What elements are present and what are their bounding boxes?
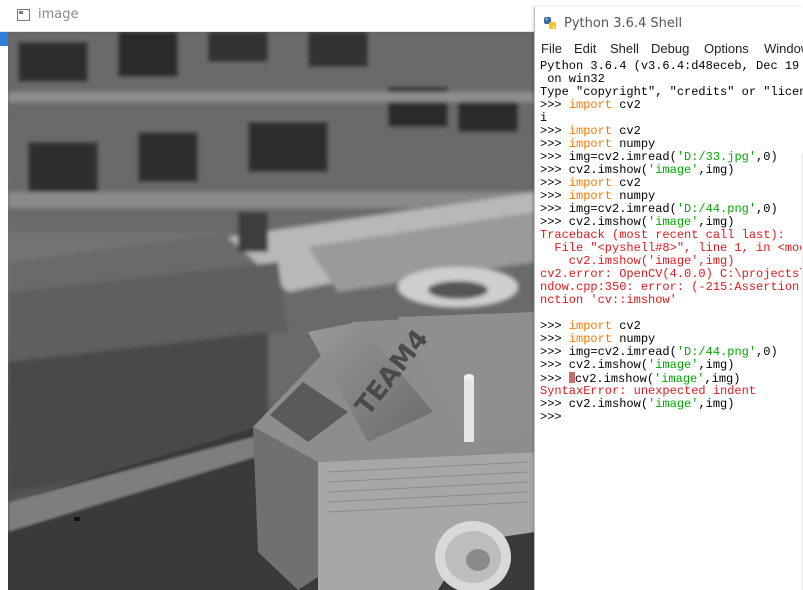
console-text: 'D:/44.png' [676, 202, 757, 216]
console-text: >>> [540, 332, 569, 346]
console-text: >>> [540, 189, 569, 203]
console-text: >>> [540, 319, 569, 333]
console-text: ,img) [698, 358, 735, 372]
image-window-title: image [38, 7, 79, 22]
console-text: cv2 [612, 98, 641, 112]
console-text: numpy [612, 332, 656, 346]
console-text: >>> [540, 124, 569, 138]
console-text: import [568, 137, 613, 151]
console-text: cv2.error: OpenCV(4.0.0) C:\projects\c [540, 267, 803, 281]
camera-photo[interactable]: TEAM4 [8, 32, 535, 590]
console-text: nction 'cv::imshow' [540, 293, 677, 307]
console-text: ,img) [698, 163, 735, 177]
menu-edit[interactable]: Edit [574, 41, 596, 56]
console-text: ,0) [756, 345, 778, 359]
console-text: import [568, 319, 613, 333]
console-text: 'image' [648, 397, 699, 411]
console-text: >>> [540, 176, 569, 190]
console-text: import [568, 98, 613, 112]
python-shell-window[interactable]: Python 3.6.4 Shell File Edit Shell Debug… [534, 7, 803, 590]
console-text: >>> [540, 98, 569, 112]
console-line: nction 'cv::imshow' [540, 294, 803, 307]
console-text: on win32 [540, 72, 605, 86]
console-text: >>> cv2.imshow( [540, 215, 649, 229]
console-line: >>> cv2.imshow('image',img) [540, 398, 803, 411]
console-text: ,img) [698, 397, 735, 411]
console-line: >>> cv2.imshow('image',img) [540, 359, 803, 372]
console-text: import [568, 176, 613, 190]
menu-shell[interactable]: Shell [610, 41, 639, 56]
console-text: ndow.cpp:350: error: (-215:Assertion f [540, 280, 803, 294]
console-text: 'image' [648, 358, 699, 372]
menu-debug[interactable]: Debug [651, 41, 689, 56]
console-text: SyntaxError: unexpected indent [540, 384, 757, 398]
taskbar-edge [0, 32, 8, 46]
console-text: File "<pyshell#8>", line 1, in <modu [540, 241, 803, 255]
console-text: >>> [540, 410, 562, 424]
console-text: >>> [540, 137, 569, 151]
menu-window[interactable]: Window [764, 41, 803, 56]
console-text: 'D:/44.png' [676, 345, 757, 359]
console-line: >>> [540, 411, 803, 424]
console-text: ,0) [756, 150, 778, 164]
console-text: >>> img=cv2.imread( [540, 202, 677, 216]
console-text: import [568, 332, 613, 346]
menubar: File Edit Shell Debug Options Window [535, 39, 803, 59]
console-text: numpy [612, 137, 656, 151]
console-line: >>> import cv2 [540, 99, 803, 112]
image-window[interactable]: image TEAM4 [0, 0, 540, 590]
console-text: import [568, 124, 613, 138]
desktop: image TEAM4 Python 3.6.4 Shell File Edit… [0, 0, 803, 590]
console-text: >>> cv2.imshow( [540, 163, 649, 177]
console-text: >>> cv2.imshow( [540, 358, 649, 372]
console-text: cv2 [612, 124, 641, 138]
python-logo-icon [544, 17, 556, 29]
console-text: 'D:/33.jpg' [676, 150, 757, 164]
console-text: Traceback (most recent call last): [540, 228, 785, 242]
console-text: >>> img=cv2.imread( [540, 150, 677, 164]
window-icon [17, 9, 30, 21]
console-text: Type "copyright", "credits" or "licens [540, 85, 803, 99]
console-text: >>> cv2.imshow( [540, 397, 649, 411]
shell-console[interactable]: Python 3.6.4 (v3.6.4:d48eceb, Dec 19 2 o… [540, 60, 803, 590]
console-text: numpy [612, 189, 656, 203]
menu-file[interactable]: File [541, 41, 562, 56]
console-text: ,img) [698, 215, 735, 229]
console-text: i [540, 111, 548, 125]
console-text: cv2 [612, 176, 641, 190]
console-text: >>> img=cv2.imread( [540, 345, 677, 359]
menu-options[interactable]: Options [704, 41, 749, 56]
shell-titlebar[interactable]: Python 3.6.4 Shell [535, 7, 803, 37]
console-text: 'image' [648, 215, 699, 229]
console-text: import [568, 189, 613, 203]
console-text: ,0) [756, 202, 778, 216]
shell-window-title: Python 3.6.4 Shell [564, 16, 683, 31]
image-window-titlebar[interactable]: image [0, 0, 540, 32]
console-text: cv2 [612, 319, 641, 333]
console-text: 'image' [648, 163, 699, 177]
console-text: cv2.imshow('image',img) [540, 254, 735, 268]
